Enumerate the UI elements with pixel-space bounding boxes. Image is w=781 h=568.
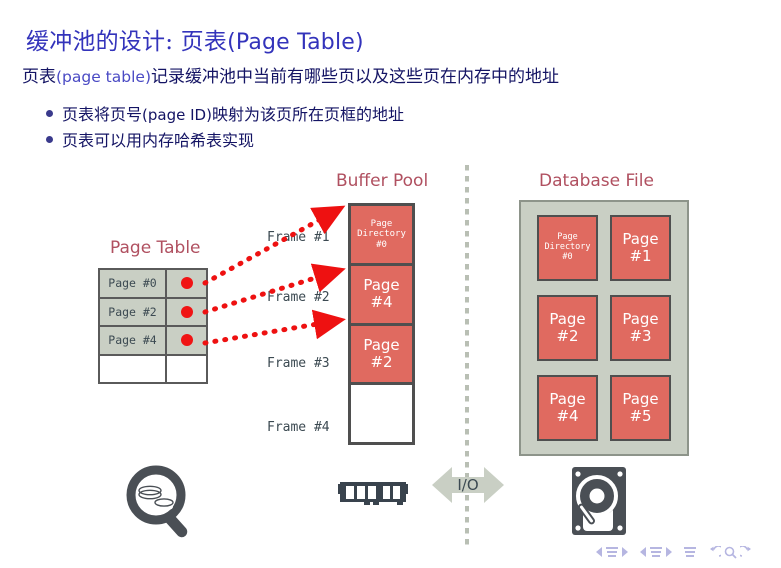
io-label: I/O (457, 476, 479, 494)
table-row: Page #4 (100, 327, 206, 356)
cell-line-2: #4 (556, 407, 579, 425)
slot-line-2: #4 (370, 293, 393, 312)
frames-bar-icon[interactable] (650, 546, 662, 558)
slot-line-3: #0 (376, 239, 387, 250)
lead-latin: (page table) (56, 68, 151, 86)
db-page-cell: Page Directory #0 (537, 215, 598, 281)
slot-line-1: Page (363, 335, 400, 354)
database-file: Page Directory #0 Page #1 Page #2 Page #… (519, 200, 689, 456)
cell-line-1: Page (549, 389, 586, 408)
cell-line-1: Page (622, 229, 659, 248)
slide-nav-group[interactable] (596, 546, 628, 558)
cell-line-1: Page (622, 309, 659, 328)
arrow-page0-frame1 (202, 205, 346, 286)
page-table-key (100, 355, 167, 382)
db-page-cell: Page #3 (610, 295, 671, 361)
forward-icon[interactable] (740, 545, 753, 559)
ram-stick-icon (338, 482, 408, 510)
slides-bar-icon[interactable] (606, 546, 618, 558)
buffer-frame-slot: Page Directory #0 (348, 203, 415, 266)
buffer-frame-slot-empty (348, 382, 415, 445)
page-table-value (167, 355, 206, 382)
db-page-cell: Page #2 (537, 295, 598, 361)
cell-line-3: #0 (562, 251, 573, 262)
page-title-latin: (Page Table) (227, 30, 364, 55)
buffer-pool-heading: Buffer Pool (336, 171, 429, 191)
frame-label: Frame #3 (267, 356, 330, 371)
slot-line-2: #2 (370, 352, 393, 371)
table-row: Page #2 (100, 298, 206, 327)
buffer-frame-slot: Page #4 (348, 262, 415, 326)
cell-line-2: #3 (629, 327, 652, 345)
next-frame-icon[interactable] (665, 547, 672, 557)
hard-disk-icon (572, 467, 626, 535)
bullet-cjk-prefix: 页表可以用内存哈希表实现 (62, 131, 255, 150)
buffer-pool: Page Directory #0 Page #4 Page #2 (348, 203, 415, 445)
bullet-text: 页表将页号(page ID)映射为该页所在页框的地址 (62, 101, 404, 125)
page-table-key: Page #2 (100, 298, 167, 325)
arrow-page4-frame3 (202, 309, 346, 346)
prev-frame-icon[interactable] (640, 547, 647, 557)
db-page-cell: Page #1 (610, 215, 671, 281)
history-nav-group[interactable] (708, 545, 753, 559)
bullet-item: 页表可以用内存哈希表实现 (46, 127, 254, 151)
frame-label: Frame #2 (267, 290, 330, 305)
lead-cjk-suffix: 记录缓冲池中当前有哪些页以及这些页在内存中的地址 (151, 67, 559, 87)
database-file-heading: Database File (539, 171, 654, 191)
buffer-frame-slot: Page #2 (348, 322, 415, 386)
cell-line-2: #5 (629, 407, 652, 425)
bullet-dot-icon (46, 109, 53, 117)
cell-line-2: #1 (629, 247, 652, 265)
lead-paragraph: 页表(page table)记录缓冲池中当前有哪些页以及这些页在内存中的地址 (22, 62, 559, 87)
search-icon[interactable] (724, 546, 737, 559)
slot-line-1: Page (370, 218, 393, 229)
back-icon[interactable] (708, 545, 721, 559)
bullet-dot-icon (46, 135, 53, 143)
magnifier-database-icon (126, 465, 188, 538)
table-row: Page #0 (100, 270, 206, 299)
frame-label: Frame #1 (267, 230, 330, 245)
sections-bar-icon[interactable] (684, 546, 696, 558)
section-nav-group[interactable] (684, 546, 696, 558)
slot-line-1: Page (363, 275, 400, 294)
bullet-item: 页表将页号(page ID)映射为该页所在页框的地址 (46, 101, 404, 125)
bullet-latin: (page ID) (142, 106, 212, 124)
page-table-key: Page #0 (100, 270, 167, 297)
beamer-navigation[interactable] (596, 543, 766, 561)
page-table-value (167, 327, 206, 354)
page-title-cjk: 缓冲池的设计: 页表 (26, 29, 228, 55)
cell-line-1: Page (549, 309, 586, 328)
page-table-heading: Page Table (110, 238, 201, 258)
pointer-marker-icon (180, 277, 193, 290)
cell-line-2: #2 (556, 327, 579, 345)
slot-line-2: Directory (357, 229, 406, 240)
page-table-value (167, 270, 206, 297)
bullet-text: 页表可以用内存哈希表实现 (62, 127, 254, 151)
bullet-cjk-prefix: 页表将页号 (62, 105, 143, 124)
lead-cjk-prefix: 页表 (22, 67, 56, 87)
page-title: 缓冲池的设计: 页表(Page Table) (26, 22, 364, 56)
next-slide-icon[interactable] (621, 547, 628, 557)
cell-line-1: Page (622, 389, 659, 408)
table-row (100, 355, 206, 382)
page-table: Page #0 Page #2 Page #4 (98, 268, 208, 384)
page-table-key: Page #4 (100, 327, 167, 354)
db-page-cell: Page #5 (610, 375, 671, 441)
page-table-value (167, 298, 206, 325)
prev-slide-icon[interactable] (596, 547, 603, 557)
frame-nav-group[interactable] (640, 546, 672, 558)
db-page-cell: Page #4 (537, 375, 598, 441)
pointer-marker-icon (180, 334, 193, 347)
bullet-cjk-suffix: 映射为该页所在页框的地址 (211, 105, 404, 124)
pointer-marker-icon (180, 305, 193, 318)
frame-label: Frame #4 (267, 420, 330, 435)
